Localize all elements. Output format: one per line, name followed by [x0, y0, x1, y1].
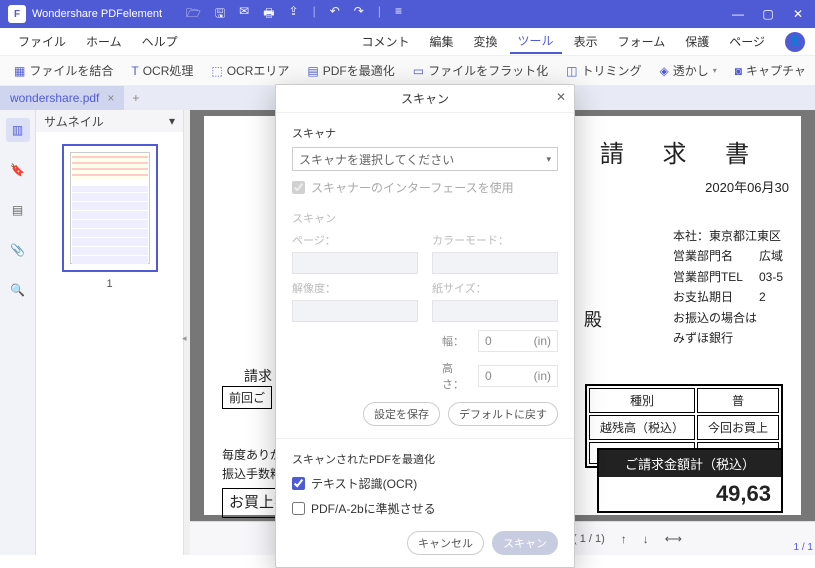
thumb-page-number: 1	[106, 278, 112, 290]
cancel-button[interactable]: キャンセル	[407, 531, 484, 555]
chk-pdfa[interactable]: PDF/A-2bに準拠させる	[292, 500, 558, 517]
doc-title: 請 求 書	[576, 134, 789, 169]
page-indicator: 1 / 1	[794, 542, 813, 553]
scanner-section-label: スキャナ	[292, 125, 558, 141]
menu-view[interactable]: 表示	[566, 30, 606, 53]
height-field[interactable]: 0(in)	[478, 365, 558, 387]
redo-icon[interactable]: ↷	[354, 4, 364, 25]
restore-defaults-button[interactable]: デフォルトに戻す	[448, 402, 558, 426]
doc-amount: ご請求金額計（税込） 49,63	[597, 448, 783, 513]
open-icon[interactable]: 🗁	[186, 4, 201, 25]
menu-icon[interactable]: ≡	[395, 4, 402, 25]
page-thumbnail[interactable]	[62, 144, 158, 272]
minimize-icon[interactable]: —	[729, 7, 747, 21]
thumb-menu-icon[interactable]: ▾	[169, 114, 175, 128]
save-icon[interactable]: 🖫	[215, 4, 225, 25]
avatar[interactable]: 👤	[785, 32, 805, 52]
tab-add[interactable]: +	[124, 91, 147, 105]
sidebar-layers[interactable]: ▤	[6, 198, 30, 222]
menu-comment[interactable]: コメント	[354, 30, 418, 53]
doc-tab-label: wondershare.pdf	[10, 91, 99, 105]
menu-home[interactable]: ホーム	[78, 30, 130, 53]
dialog-title: スキャン	[401, 90, 449, 107]
maximize-icon[interactable]: ▢	[759, 7, 777, 21]
scan-dialog: スキャン ✕ スキャナ スキャナを選択してください▾ スキャナーのインターフェー…	[275, 84, 575, 568]
menu-help[interactable]: ヘルプ	[134, 30, 186, 53]
tool-flatten[interactable]: ▭ファイルをフラット化	[407, 59, 554, 82]
page-select	[292, 252, 418, 274]
sidebar-bookmarks[interactable]: 🔖	[6, 158, 30, 182]
doc-tab[interactable]: wondershare.pdf ×	[0, 86, 124, 110]
prev-page-icon[interactable]: ↑	[621, 532, 627, 546]
save-settings-button[interactable]: 設定を保存	[363, 402, 440, 426]
thumb-header: サムネイル	[44, 113, 104, 130]
menu-page[interactable]: ページ	[721, 30, 773, 53]
fit-width-icon[interactable]: ⟷	[665, 532, 682, 546]
menu-form[interactable]: フォーム	[610, 30, 674, 53]
paper-select	[432, 300, 558, 322]
tool-crop[interactable]: ◫トリミング	[560, 59, 647, 82]
scan-button[interactable]: スキャン	[492, 531, 558, 555]
chk-ocr[interactable]: テキスト認識(OCR)	[292, 475, 558, 492]
menu-edit[interactable]: 編集	[422, 30, 462, 53]
tab-close-icon[interactable]: ×	[107, 91, 114, 105]
tool-optimize[interactable]: ▤PDFを最適化	[301, 59, 400, 82]
print-icon[interactable]: 🖶	[263, 4, 274, 25]
scanner-select[interactable]: スキャナを選択してください▾	[292, 147, 558, 171]
width-field[interactable]: 0(in)	[478, 330, 558, 352]
dialog-close-icon[interactable]: ✕	[556, 90, 566, 104]
doc-prev-box: 前回ご	[222, 386, 272, 409]
menu-file[interactable]: ファイル	[10, 30, 74, 53]
close-icon[interactable]: ✕	[789, 7, 807, 21]
resolution-select	[292, 300, 418, 322]
sidebar-attachments[interactable]: 📎	[6, 238, 30, 262]
color-select	[432, 252, 558, 274]
chk-interface[interactable]: スキャナーのインターフェースを使用	[292, 179, 558, 196]
tool-ocr-area[interactable]: ⬚OCRエリア	[205, 59, 295, 82]
undo-icon[interactable]: ↶	[330, 4, 340, 25]
tool-ocr[interactable]: TOCR処理	[125, 59, 199, 82]
sidebar-search[interactable]: 🔍	[6, 278, 30, 302]
next-page-icon[interactable]: ↓	[643, 532, 649, 546]
app-title: Wondershare PDFelement	[32, 8, 162, 20]
tool-capture[interactable]: ◙キャプチャ	[729, 59, 812, 82]
tool-watermark[interactable]: ◈透かし▾	[653, 59, 722, 82]
tool-combine[interactable]: ▦ファイルを結合	[8, 59, 119, 82]
sidebar-thumbnails[interactable]: ▥	[6, 118, 30, 142]
share-icon[interactable]: ⇪	[289, 4, 299, 25]
page-count: ( 1 / 1)	[573, 533, 605, 545]
menu-protect[interactable]: 保護	[677, 30, 717, 53]
app-logo: F	[8, 5, 26, 23]
menu-tools[interactable]: ツール	[510, 29, 562, 54]
mail-icon[interactable]: ✉	[239, 4, 249, 25]
menu-convert[interactable]: 変換	[466, 30, 506, 53]
doc-info: 本社：東京都江東区 営業部門名広域 営業部門TEL03-5 お支払期日2 お振込…	[673, 226, 783, 348]
